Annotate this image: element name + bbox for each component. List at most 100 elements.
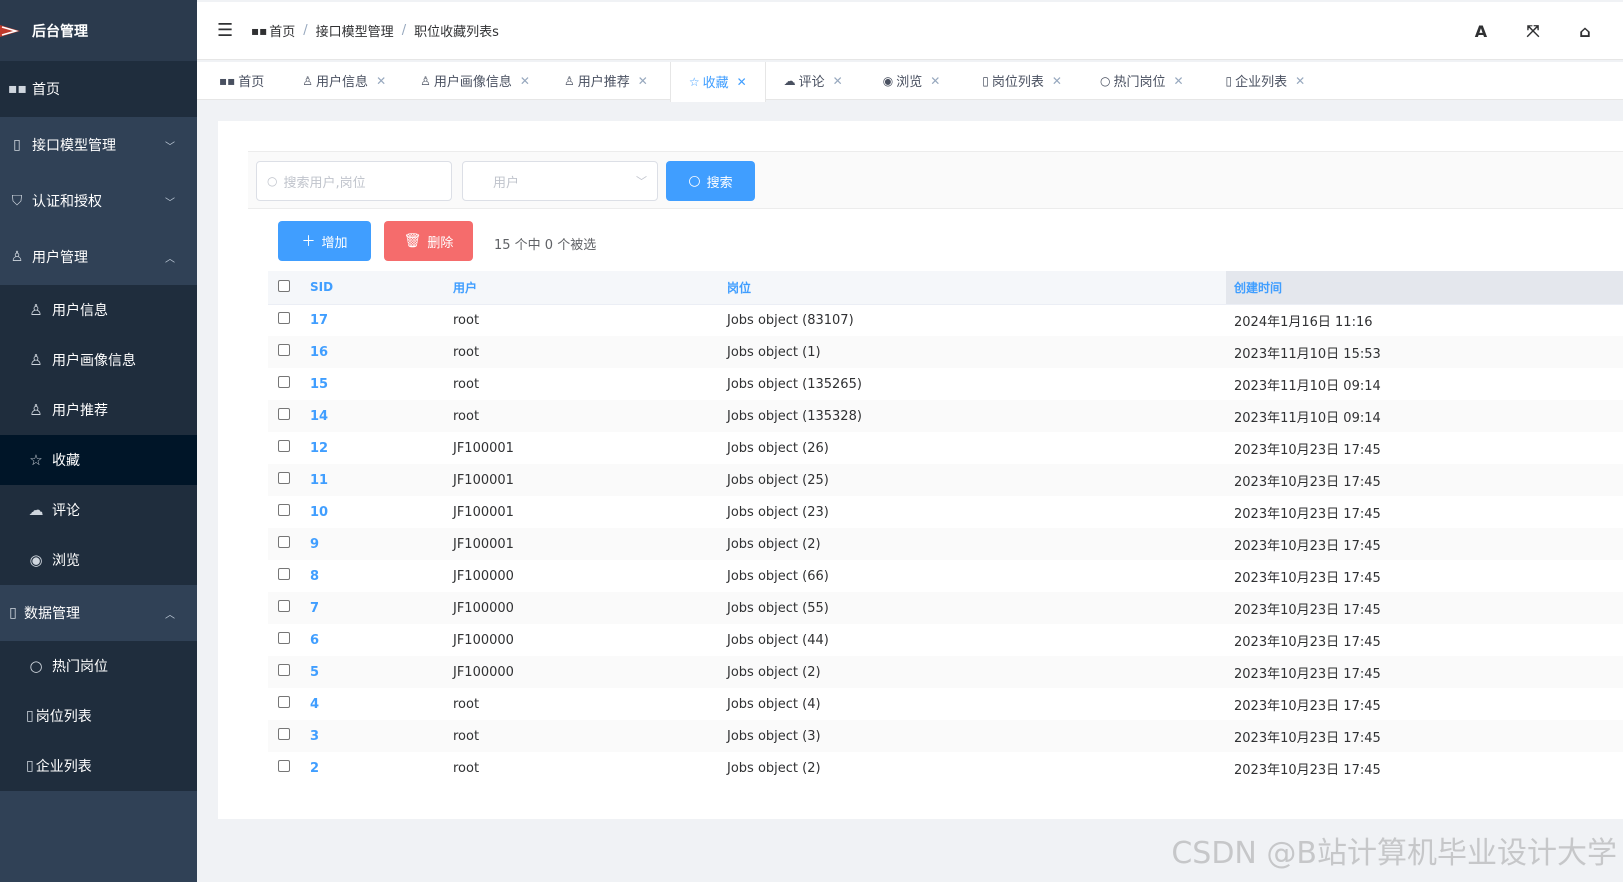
cell-sid[interactable]: 4 [302,688,445,720]
cell-created: 2023年10月23日 17:45 [1234,442,1381,458]
table-row[interactable]: 8 JF100000 Jobs object (66) 2023年10月23日 17:… [268,560,1623,592]
sidebar-item-favorites[interactable]: ☆ 收藏 [0,435,197,485]
search-button[interactable]: ○ 搜索 [666,161,755,201]
cell-sid[interactable]: 3 [302,720,445,752]
table-row[interactable]: 16 root Jobs object (1) 2023年11月10日 15:53 [268,336,1623,368]
cell-sid[interactable]: 9 [302,528,445,560]
sidebar-item-hot-jobs[interactable]: ○ 热门岗位 [0,641,197,691]
user-filter-select[interactable]: 用户 ﹀ [462,161,658,201]
tab-home[interactable]: ▪▪ 首页 [207,62,276,100]
cell-sid[interactable]: 6 [302,624,445,656]
sidebar-item-comments[interactable]: ☁ 评论 [0,485,197,535]
tab-comments[interactable]: ☁ 评论 ✕ [772,62,855,100]
fullscreen-icon[interactable]: ⤧ [1507,21,1559,41]
table-row[interactable]: 17 root Jobs object (83107) 2024年1月16日 11:1… [268,304,1623,336]
row-checkbox[interactable] [278,344,290,356]
sidebar-group-label: 数据管理 [24,606,80,622]
font-size-icon[interactable]: A [1455,22,1507,41]
cell-sid[interactable]: 14 [302,400,445,432]
cell-sid[interactable]: 16 [302,336,445,368]
close-icon[interactable]: ✕ [376,74,386,88]
cell-sid[interactable]: 17 [302,304,445,336]
close-icon[interactable]: ✕ [638,74,648,88]
sidebar-group-data[interactable]: ▯ 数据管理 ︿ [0,585,197,641]
tab-user-recommend[interactable]: ♙ 用户推荐 ✕ [552,62,660,100]
sidebar-item-user-recommend[interactable]: ♙ 用户推荐 [0,385,197,435]
close-icon[interactable]: ✕ [1173,74,1183,88]
tab-browse[interactable]: ◉ 浏览 ✕ [871,62,953,100]
tab-company-list[interactable]: ▯ 企业列表 ✕ [1214,62,1318,100]
close-icon[interactable]: ✕ [737,75,747,89]
breadcrumb-home[interactable]: 首页 [269,21,295,40]
row-checkbox[interactable] [278,760,290,772]
search-input[interactable]: ○ 搜索用户,岗位 [256,161,452,201]
close-icon[interactable]: ✕ [1052,74,1062,88]
table-row[interactable]: 3 root Jobs object (3) 2023年10月23日 17:45 [268,720,1623,752]
column-header-created[interactable]: 创建时间 [1226,271,1623,305]
table-row[interactable]: 5 JF100000 Jobs object (2) 2023年10月23日 17:4… [268,656,1623,688]
sidebar-group-api-model[interactable]: ▯ 接口模型管理 ﹀ [0,117,197,173]
sidebar-item-user-info[interactable]: ♙ 用户信息 [0,285,197,335]
table-row[interactable]: 4 root Jobs object (4) 2023年10月23日 17:45 [268,688,1623,720]
sidebar-item-company-list[interactable]: ▯ 企业列表 [0,741,197,791]
sidebar-item-browse[interactable]: ◉ 浏览 [0,535,197,585]
row-checkbox[interactable] [278,728,290,740]
close-icon[interactable]: ✕ [520,74,530,88]
cell-sid[interactable]: 11 [302,464,445,496]
close-icon[interactable]: ✕ [930,74,940,88]
row-checkbox-cell [268,336,302,368]
column-header-job[interactable]: 岗位 [719,271,1226,305]
close-icon[interactable]: ✕ [1295,74,1305,88]
row-checkbox[interactable] [278,664,290,676]
cell-sid[interactable]: 12 [302,432,445,464]
table-row[interactable]: 15 root Jobs object (135265) 2023年11月10日 09… [268,368,1623,400]
tab-hot-jobs[interactable]: ○ 热门岗位 ✕ [1088,62,1196,100]
tab-job-list[interactable]: ▯ 岗位列表 ✕ [970,62,1074,100]
table-row[interactable]: 12 JF100001 Jobs object (26) 2023年10月23日 17… [268,432,1623,464]
sidebar-logo[interactable]: 后台管理 [0,0,197,61]
table-row[interactable]: 10 JF100001 Jobs object (23) 2023年10月23日 17… [268,496,1623,528]
row-checkbox[interactable] [278,696,290,708]
close-icon[interactable]: ✕ [833,74,843,88]
cell-sid[interactable]: 5 [302,656,445,688]
row-checkbox[interactable] [278,632,290,644]
sidebar-item-user-profile[interactable]: ♙ 用户画像信息 [0,335,197,385]
column-header-sid[interactable]: SID [302,271,445,305]
table-row[interactable]: 6 JF100000 Jobs object (44) 2023年10月23日 17:… [268,624,1623,656]
select-all-checkbox[interactable] [278,279,290,292]
sidebar-group-auth[interactable]: ⛉ 认证和授权 ﹀ [0,173,197,229]
table-row[interactable]: 9 JF100001 Jobs object (2) 2023年10月23日 17:4… [268,528,1623,560]
cell-sid[interactable]: 10 [302,496,445,528]
row-checkbox[interactable] [278,504,290,516]
home-icon[interactable]: ⌂ [1559,22,1611,41]
table-row[interactable]: 11 JF100001 Jobs object (25) 2023年10月23日 17… [268,464,1623,496]
sidebar-item-home[interactable]: ▪▪ 首页 [0,61,197,117]
row-checkbox[interactable] [278,600,290,612]
cell-sid[interactable]: 7 [302,592,445,624]
table-row[interactable]: 7 JF100000 Jobs object (55) 2023年10月23日 17:… [268,592,1623,624]
tab-user-profile[interactable]: ♙ 用户画像信息 ✕ [408,62,542,100]
row-checkbox[interactable] [278,568,290,580]
row-checkbox[interactable] [278,408,290,420]
row-checkbox[interactable] [278,440,290,452]
cell-sid[interactable]: 15 [302,368,445,400]
row-checkbox[interactable] [278,376,290,388]
navbar: ☰ ▪▪ 首页 / 接口模型管理 / 职位收藏列表s A ⤧ ⌂ [197,2,1623,60]
add-button[interactable]: ＋ 增加 [278,221,371,261]
row-checkbox[interactable] [278,472,290,484]
breadcrumb-api-model[interactable]: 接口模型管理 [316,21,394,40]
delete-button[interactable]: 🗑 删除 [384,221,473,261]
sidebar-item-job-list[interactable]: ▯ 岗位列表 [0,691,197,741]
hamburger-icon[interactable]: ☰ [217,20,237,41]
tab-user-info[interactable]: ♙ 用户信息 ✕ [290,62,398,100]
column-header-user[interactable]: 用户 [445,271,719,305]
tab-favorites[interactable]: ☆ 收藏 ✕ [669,61,766,102]
row-checkbox[interactable] [278,312,290,325]
sidebar-group-users[interactable]: ♙ 用户管理 ︿ [0,229,197,285]
cell-sid[interactable]: 8 [302,560,445,592]
table-row[interactable]: 14 root Jobs object (135328) 2023年11月10日 09… [268,400,1623,432]
cell-sid[interactable]: 2 [302,752,445,784]
cell-job: Jobs object (2) [719,656,1226,688]
row-checkbox[interactable] [278,536,290,548]
table-row[interactable]: 2 root Jobs object (2) 2023年10月23日 17:45 [268,752,1623,784]
